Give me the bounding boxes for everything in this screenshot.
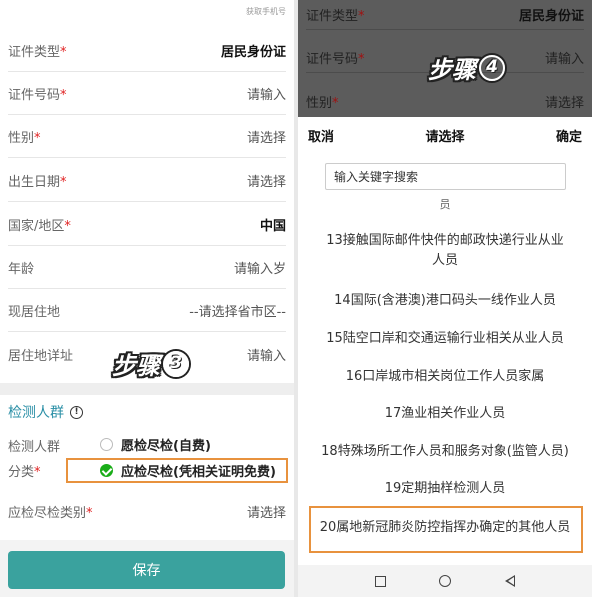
class-label-wrap: 分类* — [8, 465, 41, 480]
field-value: --请选择省市区-- — [189, 304, 286, 320]
confirm-button[interactable]: 确定 — [556, 126, 582, 145]
field-label: 出生日期* — [8, 174, 67, 190]
list-item[interactable]: 员 — [310, 195, 580, 215]
field-category[interactable]: 应检尽检类别* 请选择 — [8, 490, 286, 533]
step-4-badge: 步骤 4 — [424, 50, 509, 85]
section-title: 检测人群 ! — [8, 402, 83, 422]
dimmed-form: 证件类型* 居民身份证 证件号码* 请输入 性别* 请选择 步骤 4 — [298, 0, 592, 117]
list-item[interactable]: 16口岸城市相关岗位工作人员家属 — [310, 367, 580, 387]
field-value: 请输入 — [246, 87, 286, 103]
field-gender[interactable]: 性别* 请选择 — [8, 115, 286, 158]
dim-field-gender: 性别* 请选择 — [306, 95, 584, 111]
field-label: 现居住地 — [8, 304, 61, 320]
list-item[interactable]: 14国际(含港澳)港口码头一线作业人员 — [310, 291, 580, 311]
field-residence[interactable]: 现居住地 --请选择省市区-- — [8, 289, 286, 332]
highlight-box — [309, 506, 583, 553]
field-value: 请选择 — [246, 130, 286, 146]
field-label: 证件类型* — [8, 44, 67, 60]
option-label: 愿检尽检(自费) — [121, 439, 211, 454]
list-item[interactable]: 15陆空口岸和交通运输行业相关从业人员 — [310, 329, 580, 349]
field-id-number[interactable]: 证件号码* 请输入 — [8, 72, 286, 115]
cancel-button[interactable]: 取消 — [308, 126, 334, 145]
list-item[interactable]: 13接触国际邮件快件的邮政快递行业从业人员 — [320, 231, 570, 271]
field-birth-date[interactable]: 出生日期* 请选择 — [8, 159, 286, 202]
picker-title: 请选择 — [425, 129, 465, 145]
field-label: 国家/地区* — [8, 218, 71, 234]
step-3-badge: 步骤 3 — [108, 346, 193, 381]
home-icon[interactable] — [439, 575, 452, 587]
radio-unchecked-icon[interactable] — [100, 438, 113, 451]
list-item[interactable]: 19定期抽样检测人员 — [310, 479, 580, 499]
field-value: 中国 — [259, 218, 286, 234]
field-value: 请输入 — [246, 349, 286, 364]
option-self-pay[interactable]: 愿检尽检(自费) — [100, 435, 211, 454]
field-value: 请选择 — [246, 174, 286, 190]
dim-field-id-type: 证件类型* 居民身份证 — [306, 0, 584, 30]
field-label: 证件号码* — [8, 87, 67, 103]
back-icon[interactable] — [505, 575, 516, 587]
list-item[interactable]: 17渔业相关作业人员 — [310, 404, 580, 424]
get-phone-link[interactable]: 获取手机号 — [246, 6, 286, 17]
list-item[interactable]: 18特殊场所工作人员和服务对象(监管人员) — [310, 442, 580, 462]
section-divider — [0, 383, 294, 395]
field-id-type[interactable]: 证件类型* 居民身份证 — [8, 29, 286, 72]
recents-icon[interactable] — [374, 575, 386, 587]
field-value: 居民身份证 — [220, 44, 286, 60]
search-input[interactable]: 输入关键字搜索 — [325, 163, 566, 190]
group-label: 检测人群 — [8, 440, 61, 455]
picker-sheet: 取消 请选择 确定 输入关键字搜索 员 13接触国际邮件快件的邮政快递行业从业人… — [298, 117, 592, 597]
picker-panel: 证件类型* 居民身份证 证件号码* 请输入 性别* 请选择 步骤 4 取消 请选择… — [298, 0, 592, 597]
field-age[interactable]: 年龄 请输入岁 — [8, 246, 286, 289]
field-label: 应检尽检类别* — [8, 506, 93, 521]
field-country[interactable]: 国家/地区* 中国 — [8, 203, 286, 246]
field-value: 请输入岁 — [233, 261, 286, 277]
highlight-box — [66, 458, 288, 483]
field-label: 年龄 — [8, 261, 35, 277]
picker-header: 取消 请选择 确定 — [298, 117, 592, 153]
field-value: 请选择 — [246, 506, 286, 521]
save-button[interactable]: 保存 — [8, 551, 285, 589]
field-label: 居住地详址 — [8, 349, 74, 364]
registration-form-panel: 获取手机号 证件类型* 居民身份证 证件号码* 请输入 性别* 请选择 出生日期… — [0, 0, 294, 597]
field-label: 性别* — [8, 130, 41, 146]
system-navbar — [298, 565, 592, 597]
info-icon[interactable]: ! — [70, 405, 83, 419]
